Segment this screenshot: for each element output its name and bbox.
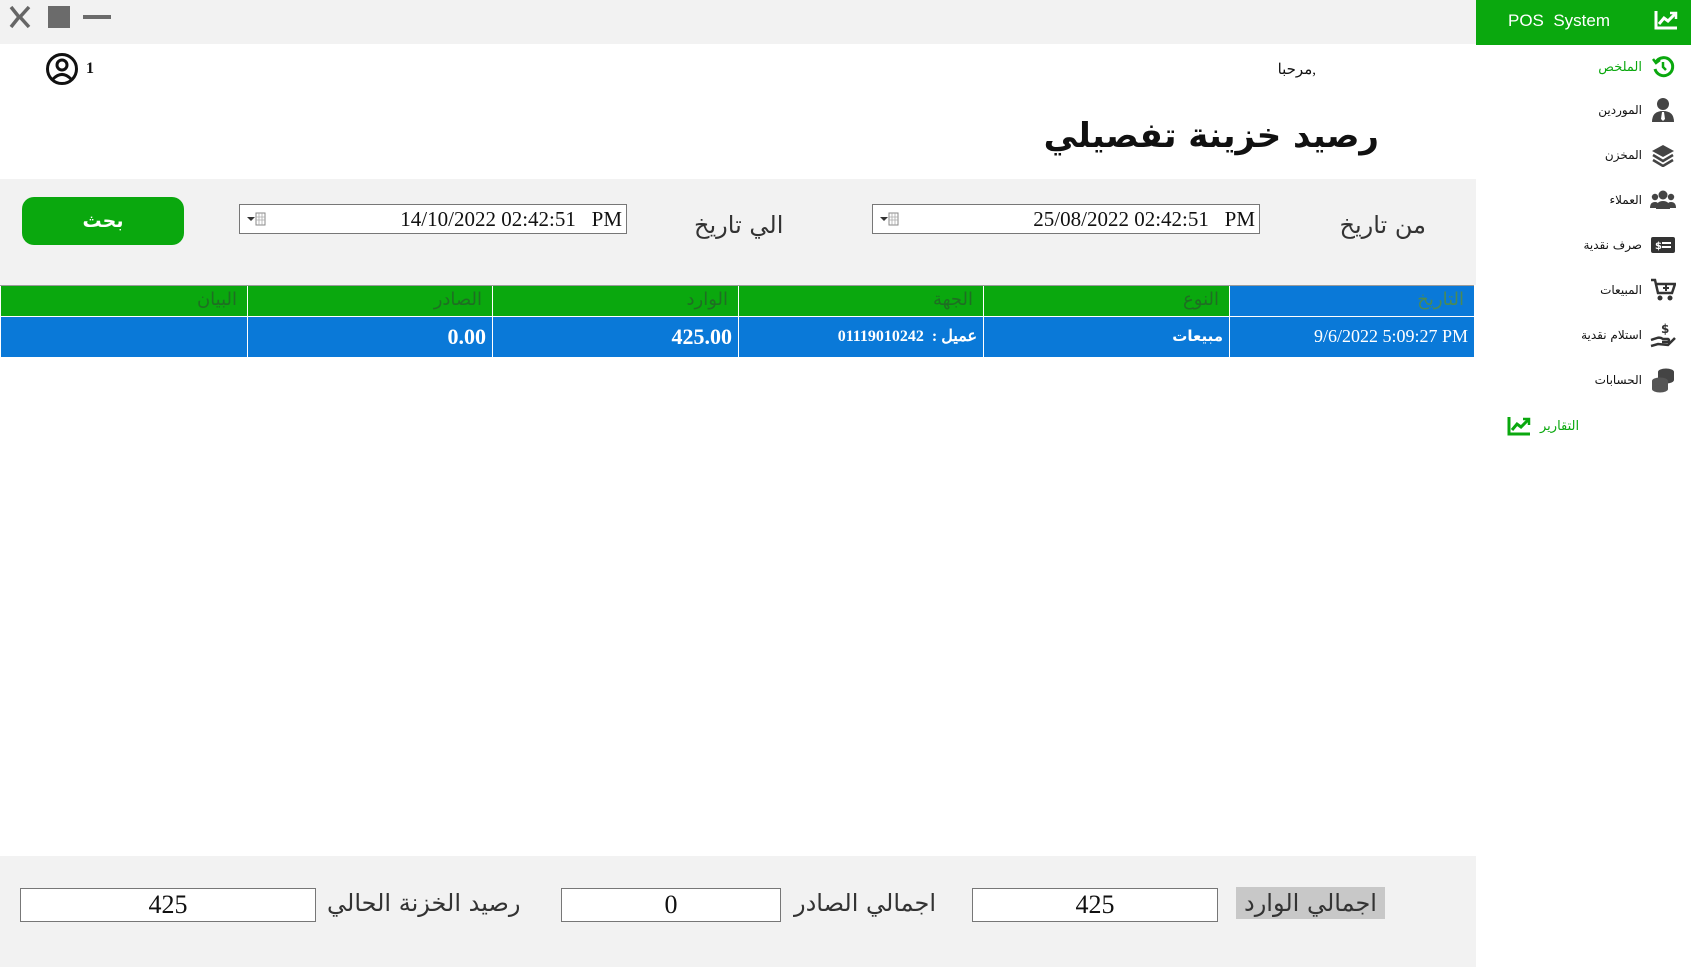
column-header-party[interactable]: الجهة	[738, 286, 983, 316]
svg-text:$: $	[1661, 322, 1669, 336]
close-icon	[9, 5, 31, 29]
search-button[interactable]: بحث	[22, 197, 184, 245]
minimize-button[interactable]	[82, 4, 112, 30]
sidebar-item-label: الموردين	[1598, 103, 1642, 117]
table-header: التاريخ النوع الجهة الوارد الصادر البيان	[0, 286, 1474, 316]
from-date-picker[interactable]: 25/08/2022 02:42:51 PM	[872, 204, 1260, 234]
cell-out: 0.00	[247, 317, 492, 357]
svg-text:$: $	[1655, 241, 1662, 252]
sidebar-item-label: الحسابات	[1594, 373, 1642, 387]
to-date-label: الي تاريخ	[694, 211, 784, 239]
sidebar-item-label: استلام نقدية	[1581, 328, 1642, 342]
sidebar-item-cash-in[interactable]: استلام نقدية $	[1476, 317, 1676, 353]
filter-panel: من تاريخ 25/08/2022 02:42:51 PM الي تاري…	[0, 179, 1476, 285]
page-title: رصيد خزينة تفصيلي	[1043, 116, 1379, 156]
hand-holding-dollar-icon: $	[1650, 322, 1676, 348]
minimize-icon	[83, 15, 111, 19]
user-circle-icon[interactable]	[45, 52, 79, 90]
total-out-label: اجمالي الصادر	[794, 889, 937, 917]
sidebar-item-label: المخزن	[1604, 148, 1642, 162]
sidebar-item-customers[interactable]: العملاء	[1476, 182, 1676, 218]
user-tie-icon	[1650, 97, 1676, 123]
column-header-type[interactable]: النوع	[983, 286, 1229, 316]
sidebar-item-label: الملخص	[1598, 59, 1642, 75]
cell-note	[0, 317, 247, 357]
brand-name: POS System	[1508, 11, 1611, 30]
to-date-picker[interactable]: 14/10/2022 02:42:51 PM	[239, 204, 627, 234]
column-header-note[interactable]: البيان	[0, 286, 247, 316]
cell-date: 9/6/2022 5:09:27 PM	[1229, 317, 1474, 357]
column-header-date[interactable]: التاريخ	[1229, 286, 1474, 316]
title-bar	[0, 0, 1476, 44]
sidebar-item-label: صرف نقدية	[1583, 238, 1642, 252]
money-bill-icon: $	[1650, 232, 1676, 258]
sidebar-item-label: المبيعات	[1600, 283, 1642, 297]
sidebar-item-sales[interactable]: المبيعات	[1476, 272, 1676, 308]
transactions-table: التاريخ النوع الجهة الوارد الصادر البيان…	[0, 285, 1474, 357]
welcome-text: مرحبا,	[1277, 62, 1316, 78]
from-date-value: 25/08/2022 02:42:51 PM	[1033, 206, 1255, 231]
total-out-field[interactable]: 0	[561, 888, 781, 922]
sidebar: POS System الملخص الموردين المخزن العملا…	[1476, 0, 1691, 967]
sidebar-item-label: العملاء	[1609, 193, 1642, 207]
chart-line-icon	[1654, 11, 1678, 30]
calendar-dropdown-icon	[879, 212, 899, 226]
totals-panel: اجمالي الوارد 425 اجمالي الصادر 0 رصيد ا…	[0, 856, 1476, 967]
table-row[interactable]: 9/6/2022 5:09:27 PM مبيعات عميل : 011190…	[0, 316, 1474, 357]
current-balance-label: رصيد الخزنة الحالي	[327, 889, 521, 917]
calendar-dropdown-icon	[246, 212, 266, 226]
user-number: 1	[86, 60, 94, 77]
sidebar-item-summary[interactable]: الملخص	[1476, 49, 1676, 85]
history-icon	[1650, 54, 1676, 80]
sidebar-item-label: التقارير	[1540, 418, 1580, 434]
total-in-field[interactable]: 425	[972, 888, 1218, 922]
cell-in: 425.00	[492, 317, 738, 357]
cart-icon	[1650, 277, 1676, 303]
maximize-icon	[48, 6, 70, 28]
total-in-label: اجمالي الوارد	[1236, 887, 1385, 919]
cell-type: مبيعات	[983, 317, 1229, 357]
coins-icon	[1650, 367, 1676, 393]
users-icon	[1650, 187, 1676, 213]
current-balance-field[interactable]: 425	[20, 888, 316, 922]
sidebar-item-reports[interactable]: التقارير	[1506, 408, 1616, 444]
maximize-button[interactable]	[46, 4, 72, 30]
cell-party: عميل : 01119010242	[738, 317, 983, 357]
layers-icon	[1650, 142, 1676, 168]
from-date-label: من تاريخ	[1339, 211, 1426, 239]
close-button[interactable]	[6, 4, 34, 30]
sidebar-item-accounts[interactable]: الحسابات	[1476, 362, 1676, 398]
chart-line-icon	[1506, 413, 1532, 439]
sidebar-item-cash-out[interactable]: صرف نقدية $	[1476, 227, 1676, 263]
sidebar-item-suppliers[interactable]: الموردين	[1476, 92, 1676, 128]
sidebar-item-inventory[interactable]: المخزن	[1476, 137, 1676, 173]
column-header-in[interactable]: الوارد	[492, 286, 738, 316]
brand-header: POS System	[1476, 0, 1691, 45]
column-header-out[interactable]: الصادر	[247, 286, 492, 316]
to-date-value: 14/10/2022 02:42:51 PM	[400, 206, 622, 231]
